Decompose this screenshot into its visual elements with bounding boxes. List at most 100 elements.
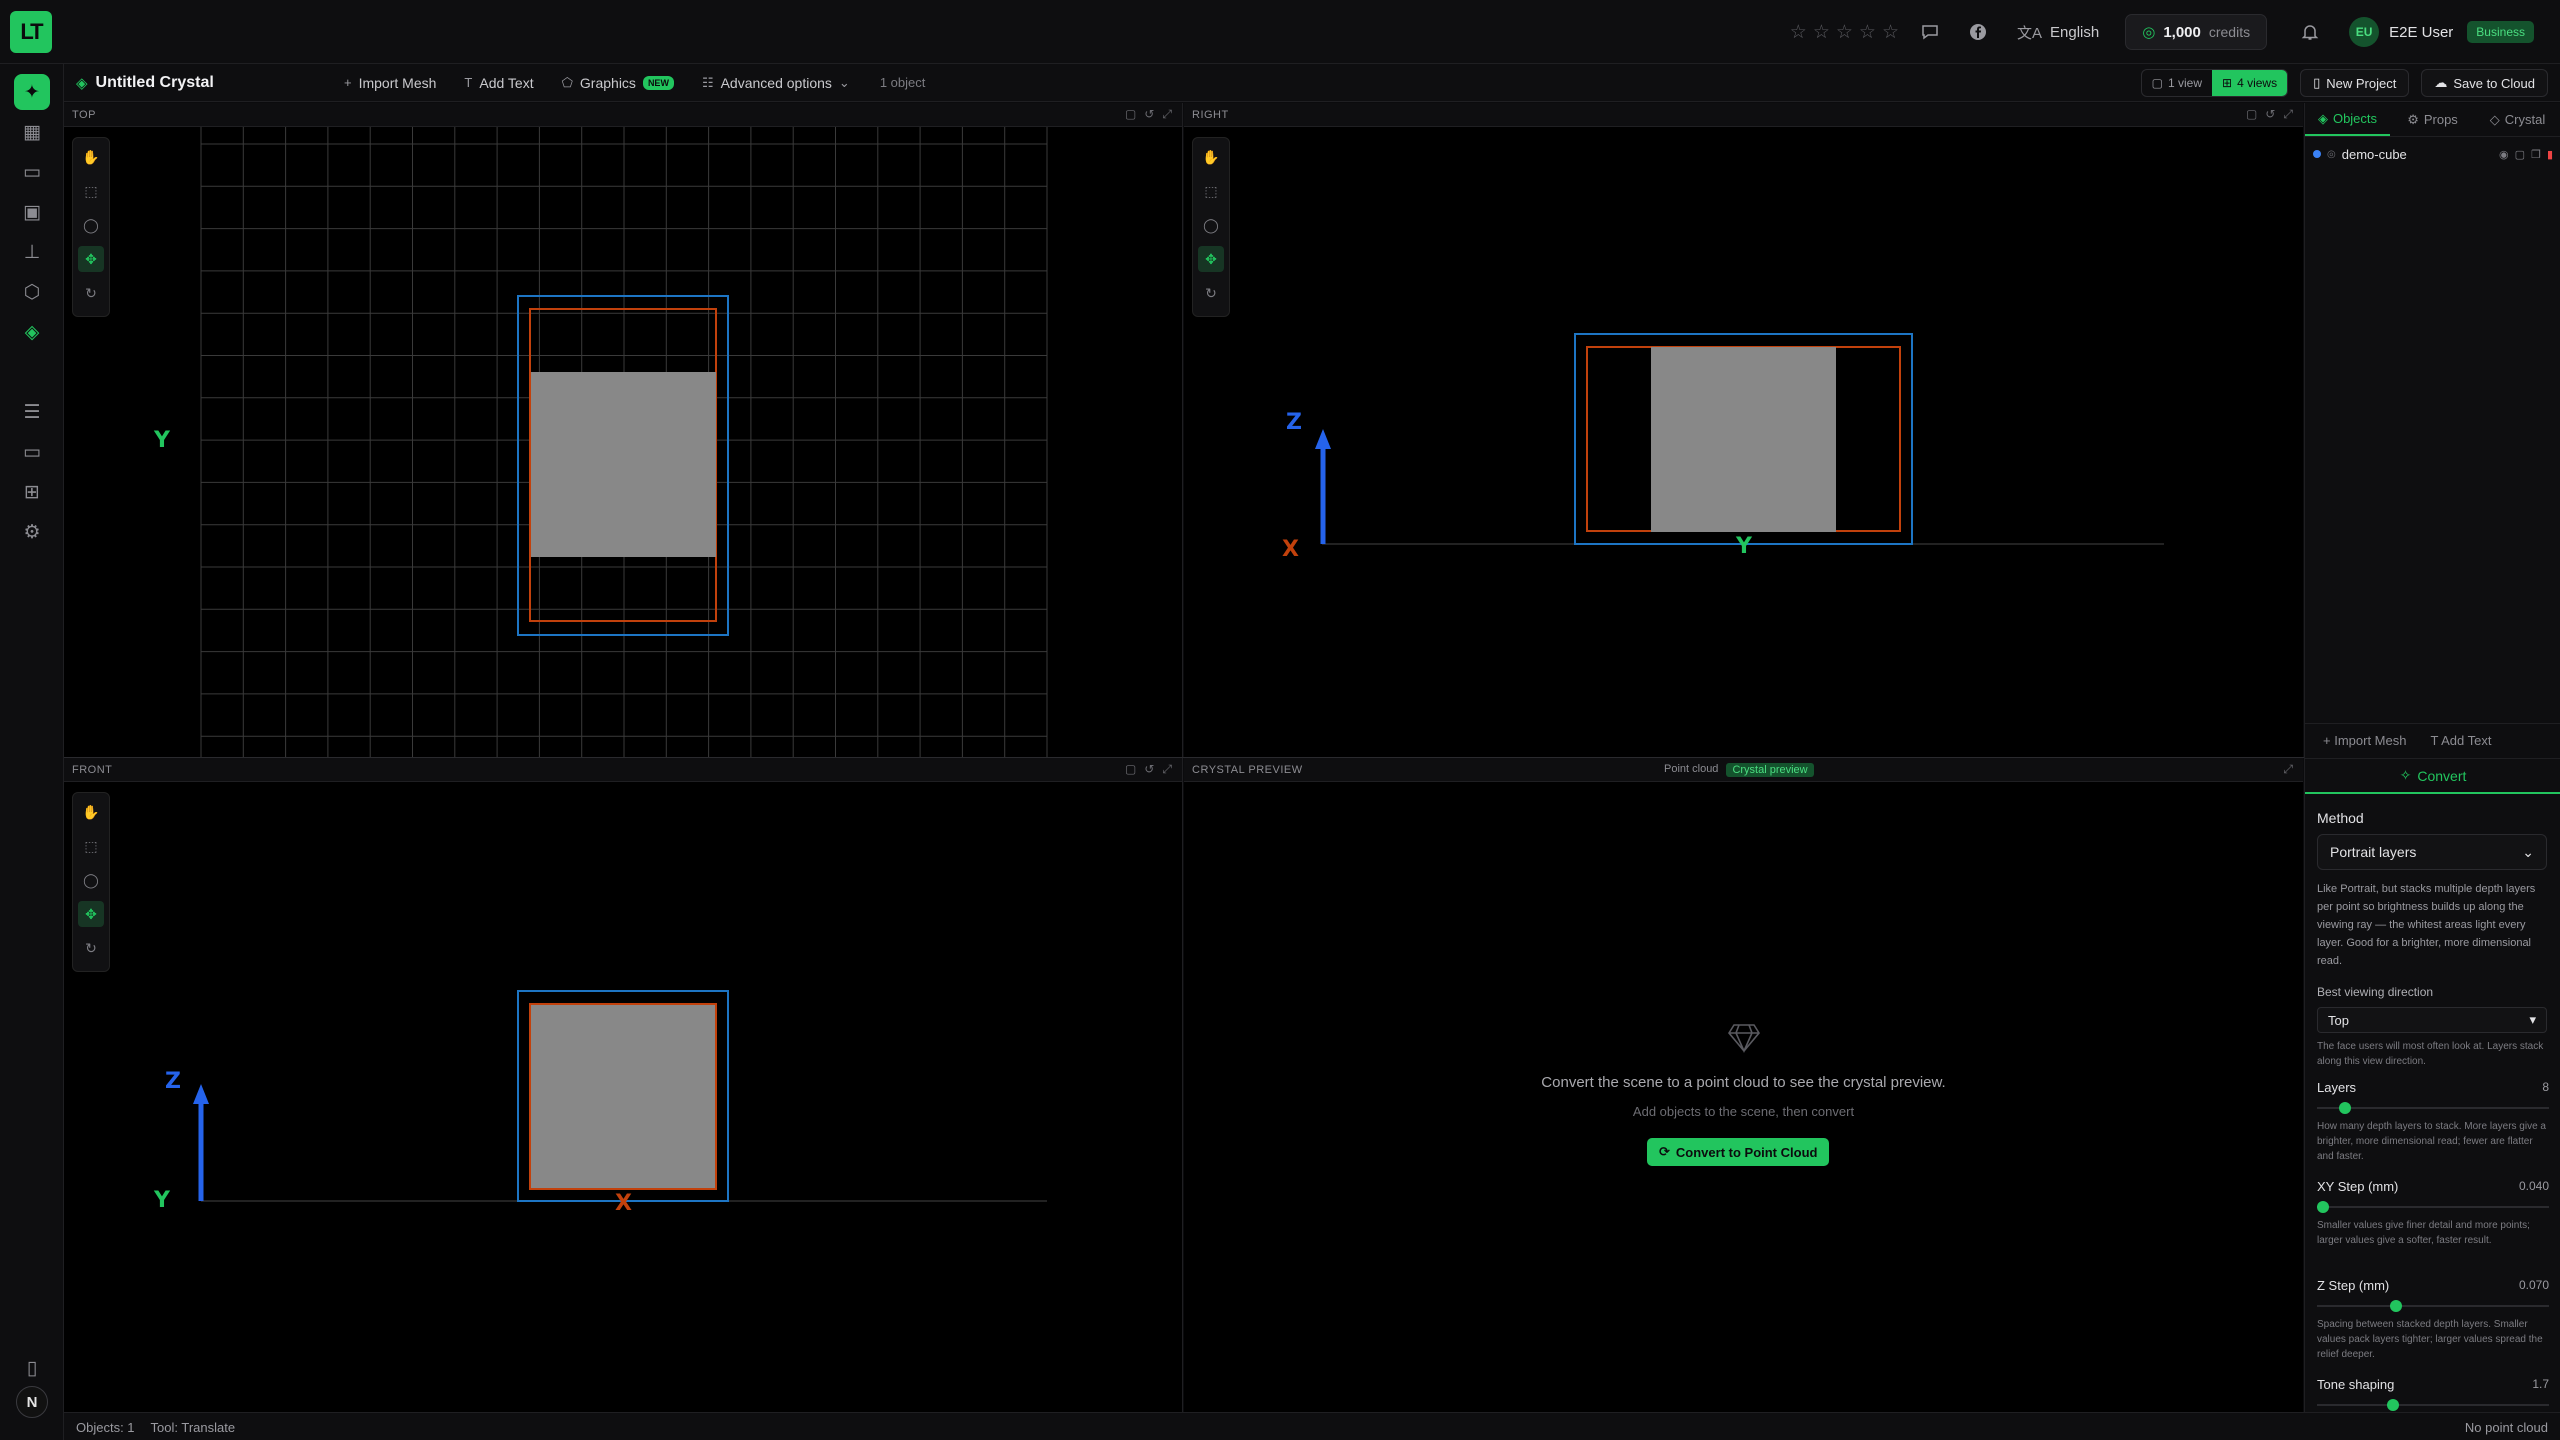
rotate-icon[interactable]: ↻ (78, 935, 104, 961)
tab-objects[interactable]: ◈ Objects (2305, 103, 2390, 136)
new-project-label: New Project (2326, 75, 2397, 91)
tab-props[interactable]: ⚙ Props (2390, 103, 2475, 136)
front-scene[interactable]: Z Y X (64, 782, 1183, 1412)
z-step-slider[interactable] (2317, 1299, 2549, 1313)
square-icon[interactable]: ▢ (1125, 762, 1136, 777)
facebook-icon[interactable] (1969, 23, 1987, 41)
convert-to-point-cloud-button[interactable]: ⟳ Convert to Point Cloud (1647, 1138, 1830, 1166)
square-icon[interactable]: ▢ (1125, 107, 1136, 122)
reset-icon[interactable]: ↺ (1144, 762, 1154, 777)
add-text-button[interactable]: T Add Text (2430, 733, 2491, 748)
add-text-button[interactable]: T Add Text (464, 75, 533, 91)
rotate-icon[interactable]: ↻ (1198, 280, 1224, 306)
right-scene[interactable]: Z X Y (1184, 127, 2303, 757)
list-item[interactable]: ◎ demo-cube ◉ ▢ ❐ ▮ (2313, 143, 2553, 165)
star-icon[interactable]: ☆ (1859, 21, 1876, 44)
star-icon[interactable]: ☆ (1882, 21, 1899, 44)
lasso-icon[interactable]: ◯ (1198, 212, 1224, 238)
four-views-button[interactable]: ⊞ 4 views (2212, 70, 2288, 96)
lasso-icon[interactable]: ◯ (78, 212, 104, 238)
star-icon[interactable]: ☆ (1836, 21, 1853, 44)
import-mesh-button[interactable]: + Import Mesh (344, 75, 436, 91)
select-box-icon[interactable]: ⬚ (78, 833, 104, 859)
advanced-options-label: Advanced options (720, 74, 832, 91)
select-box-icon[interactable]: ⬚ (1198, 178, 1224, 204)
layers-slider[interactable] (2317, 1101, 2549, 1115)
save-cloud-button[interactable]: ☁ Save to Cloud (2421, 69, 2548, 97)
lock-icon[interactable]: ▢ (2515, 148, 2525, 161)
app-logo[interactable]: LT (10, 11, 52, 53)
z-step-title: Z Step (mm) (2317, 1278, 2390, 1293)
avatar[interactable]: EU (2349, 17, 2380, 47)
star-icon[interactable]: ☆ (1790, 21, 1807, 44)
expand-icon[interactable]: ⤢ (1162, 107, 1172, 122)
gear-icon[interactable]: ⚙ (14, 514, 50, 550)
axis-z-label: Z (1286, 410, 1302, 435)
viewport-top[interactable]: TOP ▢ ↺ ⤢ Y ✋ ⬚ ◯ ✥ ↻ (64, 103, 1183, 757)
next-badge-icon[interactable]: N (16, 1386, 48, 1418)
top-scene[interactable]: Y (64, 127, 1183, 757)
xy-step-slider[interactable] (2317, 1200, 2549, 1214)
reset-icon[interactable]: ↺ (1144, 107, 1154, 122)
viewport-crystal-preview[interactable]: CRYSTAL PREVIEW Point cloud Crystal prev… (1184, 758, 2303, 1412)
project-title[interactable]: Untitled Crystal (96, 74, 214, 92)
user-name[interactable]: E2E User (2389, 24, 2453, 41)
select-box-icon[interactable]: ⬚ (78, 178, 104, 204)
dashboard-icon[interactable]: ▦ (14, 114, 50, 150)
slider-knob[interactable] (2387, 1399, 2400, 1411)
gift-icon[interactable]: ⊞ (14, 474, 50, 510)
move-icon[interactable]: ✥ (1198, 246, 1224, 272)
gem-icon[interactable]: ◈ (14, 314, 50, 350)
point-cloud-tab[interactable]: Point cloud (1664, 763, 1718, 777)
lasso-icon[interactable]: ◯ (78, 867, 104, 893)
expand-icon[interactable]: ⤢ (2283, 762, 2293, 777)
language-selector[interactable]: 文A English (2017, 22, 2099, 43)
card-icon[interactable]: ▭ (14, 434, 50, 470)
rotate-icon[interactable]: ↻ (78, 280, 104, 306)
credits-pill[interactable]: ◎ 1,000 credits (2125, 14, 2268, 50)
viewport-front[interactable]: FRONT ▢ ↺ ⤢ Z Y X ✋ ⬚ ◯ ✥ ↻ (64, 758, 1183, 1412)
tone-shaping-slider[interactable] (2317, 1398, 2549, 1412)
tab-label: Objects (2332, 111, 2378, 126)
folder-icon[interactable]: ▭ (14, 154, 50, 190)
tab-convert[interactable]: ✧ Convert (2305, 758, 2560, 794)
sparkle-icon[interactable]: ✦ (14, 74, 50, 110)
viewport-header: FRONT ▢ ↺ ⤢ (64, 758, 1182, 782)
copy-icon[interactable]: ❐ (2531, 148, 2541, 161)
one-view-button[interactable]: ▢ 1 view (2142, 70, 2212, 96)
list-icon[interactable]: ☰ (14, 394, 50, 430)
tab-crystal[interactable]: ◇ Crystal (2475, 103, 2560, 136)
crystal-preview-tab[interactable]: Crystal preview (1726, 763, 1814, 777)
cube-icon[interactable]: ⬡ (14, 274, 50, 310)
method-select[interactable]: Portrait layers ⌄ (2317, 834, 2547, 870)
view-direction-select[interactable]: Top ▾ (2317, 1007, 2547, 1033)
slider-knob[interactable] (2317, 1201, 2329, 1213)
reset-icon[interactable]: ↺ (2265, 107, 2275, 122)
feedback-icon[interactable] (1921, 23, 1939, 41)
graphics-button[interactable]: ⬠ Graphics NEW (562, 75, 674, 91)
rating-stars[interactable]: ☆ ☆ ☆ ☆ ☆ (1790, 21, 1899, 44)
hand-icon[interactable]: ✋ (78, 799, 104, 825)
import-mesh-button[interactable]: + Import Mesh (2323, 733, 2406, 748)
preview-mode-toggle: Point cloud Crystal preview (1664, 763, 1814, 777)
move-icon[interactable]: ✥ (78, 901, 104, 927)
move-icon[interactable]: ✥ (78, 246, 104, 272)
advanced-options-button[interactable]: ☷ Advanced options ⌄ (702, 75, 850, 91)
new-project-button[interactable]: ▯ New Project (2300, 69, 2410, 97)
eye-icon[interactable]: ◉ (2499, 148, 2509, 161)
viewport-right[interactable]: RIGHT ▢ ↺ ⤢ Z X Y ✋ ⬚ ◯ ✥ ↻ (1184, 103, 2303, 757)
trash-icon[interactable]: ▮ (2547, 148, 2553, 161)
hand-icon[interactable]: ✋ (1198, 144, 1224, 170)
book-icon[interactable]: ▯ (14, 1350, 50, 1386)
slider-knob[interactable] (2339, 1102, 2351, 1114)
expand-icon[interactable]: ⤢ (2283, 107, 2293, 122)
star-icon[interactable]: ☆ (1813, 21, 1830, 44)
gear-icon: ⚙ (2407, 111, 2419, 127)
stamp-icon[interactable]: ⊥ (14, 234, 50, 270)
square-icon[interactable]: ▢ (2246, 107, 2257, 122)
expand-icon[interactable]: ⤢ (1162, 762, 1172, 777)
slider-knob[interactable] (2389, 1300, 2402, 1312)
hand-icon[interactable]: ✋ (78, 144, 104, 170)
image-icon[interactable]: ▣ (14, 194, 50, 230)
bell-icon[interactable] (2301, 23, 2319, 41)
